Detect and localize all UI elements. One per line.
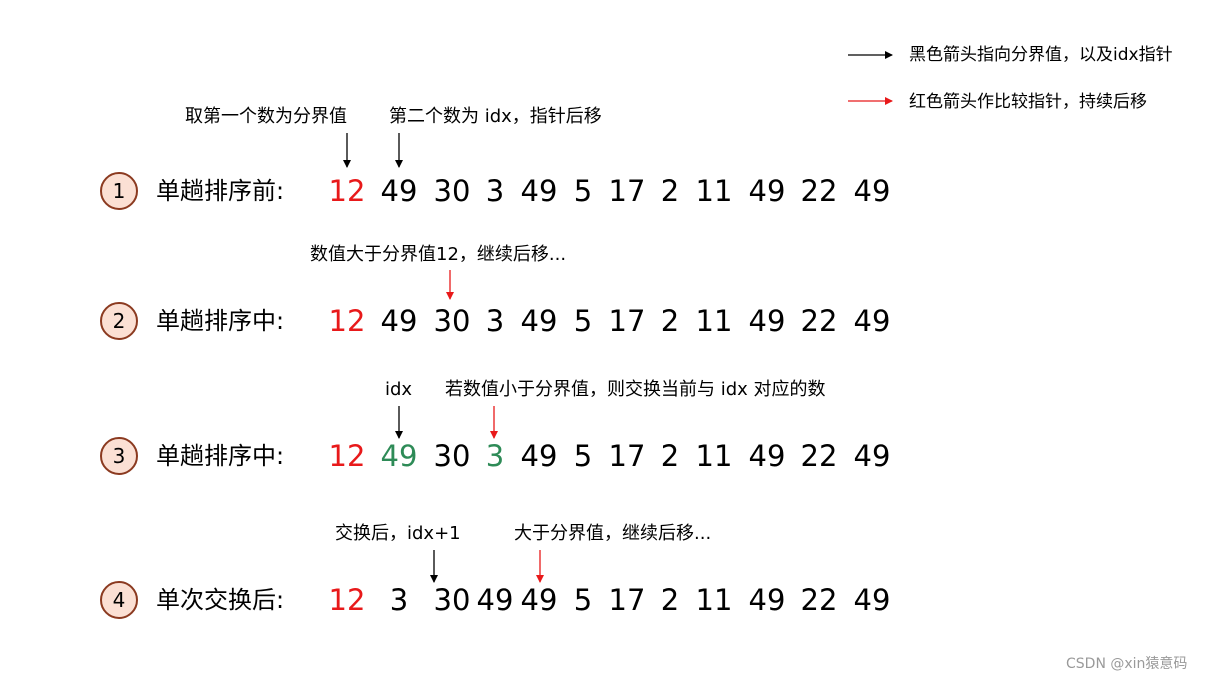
array-number: 49 [748,439,786,473]
array-number: 5 [573,174,593,208]
array-number: 49 [853,174,891,208]
array-number: 49 [520,439,558,473]
array-number: 3 [485,439,505,473]
legend-black-text: 黑色箭头指向分界值，以及idx指针 [909,45,1173,65]
row4-compare-annotation: 大于分界值，继续后移... [514,523,712,544]
array-number: 2 [660,583,680,617]
array-number: 49 [520,583,558,617]
row-label: 单次交换后: [156,586,285,614]
array-number: 3 [485,174,505,208]
array-number: 2 [660,174,680,208]
array-number: 49 [520,304,558,338]
array-number: 22 [800,583,838,617]
array-number: 22 [800,439,838,473]
array-number: 11 [695,304,733,338]
row-label: 单趟排序中: [156,307,285,335]
row1-pivot-annotation: 取第一个数为分界值 [185,106,347,127]
step-circle: 2 [100,302,138,340]
array-number: 49 [748,174,786,208]
array-number: 49 [476,583,514,617]
array-number: 22 [800,174,838,208]
array-number: 5 [573,439,593,473]
array-number: 11 [695,583,733,617]
array-number: 12 [328,439,366,473]
row2-compare-annotation: 数值大于分界值12，继续后移... [310,244,567,265]
array-number: 49 [748,583,786,617]
row3-compare-annotation: 若数值小于分界值，则交换当前与 idx 对应的数 [445,379,826,400]
array-number: 12 [328,304,366,338]
array-number: 5 [573,304,593,338]
array-number: 3 [485,304,505,338]
array-number: 5 [573,583,593,617]
step-circle: 4 [100,581,138,619]
step-circle: 1 [100,172,138,210]
array-number: 2 [660,439,680,473]
array-number: 12 [328,174,366,208]
array-number: 3 [389,583,409,617]
array-number: 11 [695,439,733,473]
array-number: 49 [380,174,418,208]
array-number: 49 [853,583,891,617]
array-number: 49 [380,304,418,338]
array-number: 22 [800,304,838,338]
array-number: 49 [380,439,418,473]
row1-idx-annotation: 第二个数为 idx，指针后移 [389,106,602,127]
array-number: 12 [328,583,366,617]
array-number: 49 [520,174,558,208]
step-circle: 3 [100,437,138,475]
row3-idx-annotation: idx [385,379,413,400]
watermark: CSDN @xin猿意码 [1066,656,1188,672]
array-number: 2 [660,304,680,338]
array-number: 49 [853,304,891,338]
array-number: 11 [695,174,733,208]
legend-red-text: 红色箭头作比较指针，持续后移 [909,92,1147,112]
array-number: 49 [853,439,891,473]
row-label: 单趟排序前: [156,177,285,205]
array-number: 49 [748,304,786,338]
row-label: 单趟排序中: [156,442,285,470]
row4-idx-annotation: 交换后，idx+1 [335,523,461,544]
